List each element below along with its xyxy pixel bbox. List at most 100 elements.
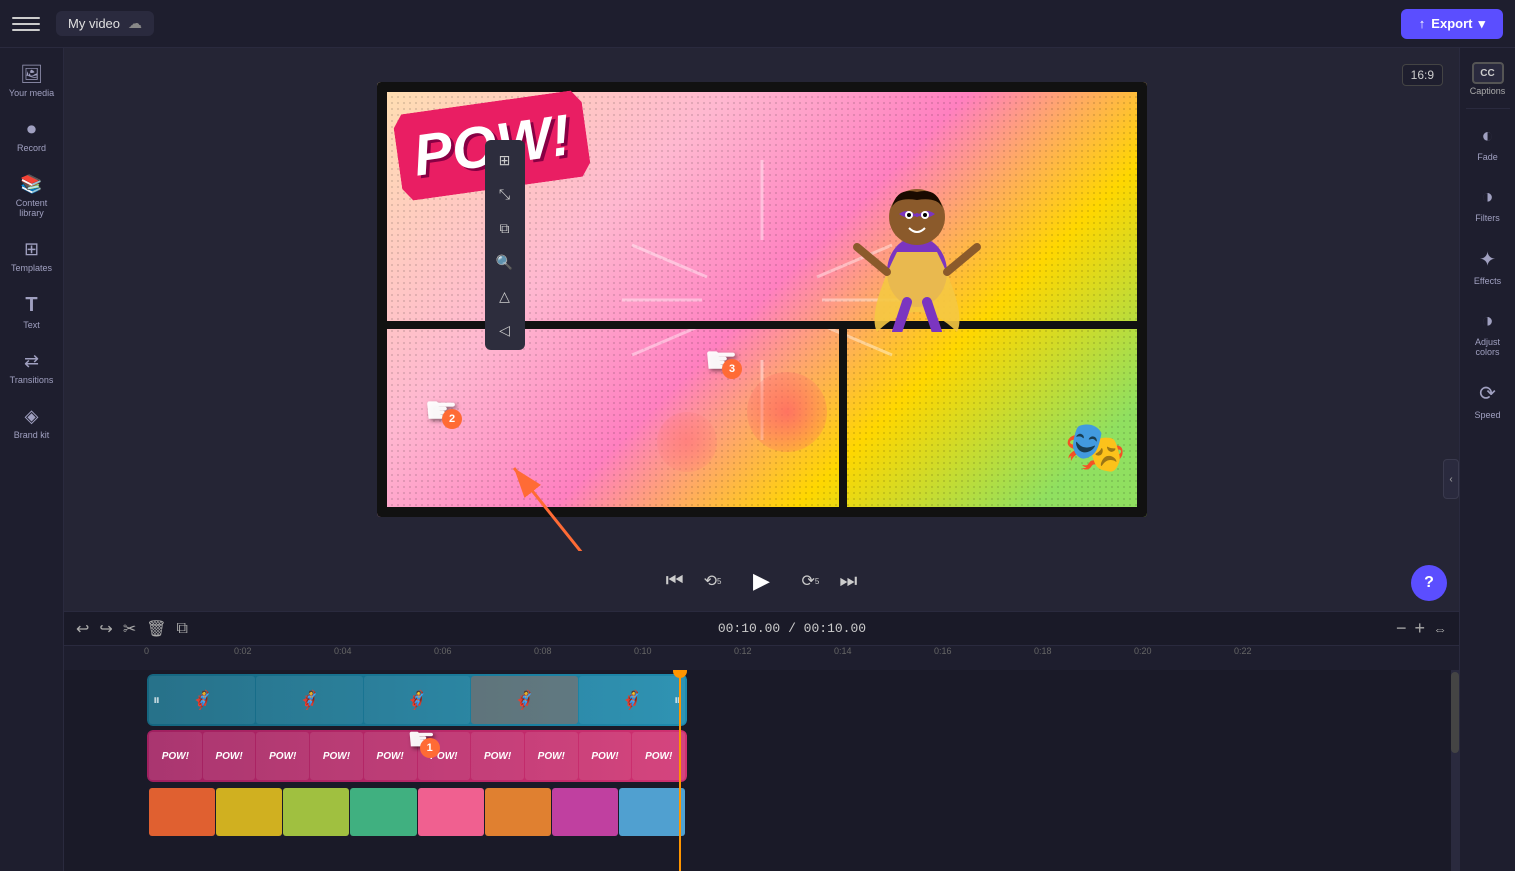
current-time: 00:10.00 (718, 621, 780, 636)
right-sidebar-item-effects[interactable]: ✦ Effects (1460, 237, 1515, 296)
ruler-mark-6: 0:06 (434, 646, 452, 656)
transitions-icon: ⇄ (24, 351, 39, 372)
play-pause-button[interactable]: ▶ (742, 561, 782, 601)
cut-button[interactable]: ✂ (123, 619, 136, 639)
menu-button[interactable] (12, 10, 40, 38)
duplicate-button[interactable]: ⧉ (177, 620, 188, 638)
ruler-mark-4: 0:04 (334, 646, 352, 656)
sidebar-item-label-templates: Templates (11, 263, 52, 274)
your-media-icon: 🖼 (20, 64, 43, 85)
track-2-content[interactable]: POW! POW! POW! POW! (147, 730, 687, 782)
ruler-mark-14: 0:14 (834, 646, 852, 656)
video-preview[interactable]: POW! (377, 82, 1147, 517)
timeline-tracks: ⏸ 🦸 🦸 🦸 (64, 670, 1459, 871)
track-1-content[interactable]: ⏸ 🦸 🦸 🦸 (147, 674, 687, 726)
record-icon: ⏺ (27, 119, 36, 140)
topbar: My video ☁ ↑ Export ▾ (0, 0, 1515, 48)
main-layout: 🖼 Your media ⏺ Record 📚 Content library … (0, 48, 1515, 871)
sidebar-item-label-record: Record (17, 143, 46, 154)
sidebar-item-templates[interactable]: ⊞ Templates (0, 231, 63, 282)
help-button[interactable]: ? (1411, 565, 1447, 601)
export-label: Export (1431, 16, 1472, 31)
timeline-area: ↩ ↪ ✂ 🗑 ⧉ 00:10.00 / 00:10.00 − + ⇔ (64, 611, 1459, 871)
right-sidebar-label-filters: Filters (1475, 213, 1500, 223)
adjust-colors-icon: ◑ (1481, 310, 1493, 333)
sidebar-item-record[interactable]: ⏺ Record (0, 111, 63, 162)
divider-1 (1466, 108, 1510, 109)
text-icon: T (25, 294, 37, 317)
track-left-3 (72, 786, 147, 838)
undo-button[interactable]: ↩ (76, 619, 89, 639)
timeline-scrollbar-thumb[interactable] (1451, 672, 1459, 752)
sidebar-item-text[interactable]: T Text (0, 286, 63, 339)
toolbar-btn-grid[interactable]: ⊞ (489, 144, 521, 176)
right-sidebar-collapse[interactable]: ‹ (1443, 459, 1459, 499)
right-sidebar-label-adjust-colors: Adjust colors (1464, 337, 1511, 357)
playhead[interactable] (679, 670, 681, 871)
fade-icon: ◐ (1481, 125, 1493, 148)
skip-forward-button[interactable]: ⏭ (839, 570, 857, 593)
sidebar-item-brand-kit[interactable]: ◈ Brand kit (0, 398, 63, 449)
aspect-ratio-label: 16:9 (1411, 68, 1434, 82)
toolbar-btn-arrow-left[interactable]: ◁ (489, 314, 521, 346)
sidebar-item-label-transitions: Transitions (10, 375, 54, 386)
zoom-out-button[interactable]: − (1396, 618, 1407, 639)
track-row-1: ⏸ 🦸 🦸 🦸 (72, 674, 1451, 726)
captions-icon: CC (1472, 62, 1504, 84)
brand-kit-icon: ◈ (25, 406, 39, 427)
glow-circle-2 (657, 412, 717, 472)
playback-controls: ⏮ ⟲5 ▶ ⟳5 ⏭ ⛶ (64, 551, 1459, 611)
zoom-in-button[interactable]: + (1414, 618, 1425, 639)
toolbar-btn-search[interactable]: 🔍 (489, 246, 521, 278)
toolbar-btn-triangle[interactable]: △ (489, 280, 521, 312)
aspect-ratio-badge[interactable]: 16:9 (1402, 64, 1443, 86)
project-title[interactable]: My video ☁ (56, 11, 154, 36)
toolbar-btn-resize[interactable]: ⤡ (489, 178, 521, 210)
export-arrow-icon: ↑ (1419, 16, 1426, 31)
total-time: 00:10.00 (804, 621, 866, 636)
sidebar-item-your-media[interactable]: 🖼 Your media (0, 56, 63, 107)
redo-button[interactable]: ↪ (99, 619, 112, 639)
sidebar-item-content-library[interactable]: 📚 Content library (0, 166, 63, 228)
export-button[interactable]: ↑ Export ▾ (1401, 9, 1503, 39)
track-left-2 (72, 730, 147, 782)
sidebar-item-label-text: Text (23, 320, 40, 331)
right-sidebar-label-fade: Fade (1477, 152, 1498, 162)
effects-icon: ✦ (1479, 247, 1496, 272)
track-1-pause-left: ⏸ (153, 692, 160, 709)
content-library-icon: 📚 (20, 174, 42, 195)
captions-label: Captions (1470, 86, 1506, 96)
superhero-character (847, 132, 987, 332)
ruler-mark-18: 0:18 (1034, 646, 1052, 656)
right-sidebar-item-filters[interactable]: ◑ Filters (1460, 176, 1515, 233)
templates-icon: ⊞ (24, 239, 39, 260)
ruler-mark-8: 0:08 (534, 646, 552, 656)
captions-button[interactable]: CC Captions (1466, 56, 1510, 102)
ruler-mark-0: 0 (144, 646, 149, 656)
timeline-time-display: 00:10.00 / 00:10.00 (198, 621, 1386, 636)
right-sidebar-item-speed[interactable]: ⟳ Speed (1460, 371, 1515, 430)
floating-toolbar: ⊞ ⤡ ⧉ 🔍 △ ◁ (485, 140, 525, 350)
timeline-scrollbar[interactable] (1451, 670, 1459, 871)
rewind-5-button[interactable]: ⟲5 (704, 571, 722, 591)
forward-5-button[interactable]: ⟳5 (802, 571, 820, 591)
sidebar-item-label-your-media: Your media (9, 88, 54, 99)
filters-icon: ◑ (1481, 186, 1493, 209)
skip-back-button[interactable]: ⏮ (666, 570, 684, 593)
ruler-mark-2: 0:02 (234, 646, 252, 656)
right-sidebar-item-adjust-colors[interactable]: ◑ Adjust colors (1460, 300, 1515, 367)
track-row-2: POW! POW! POW! POW! (72, 730, 1451, 782)
track-3-content[interactable] (147, 786, 687, 838)
right-sidebar-label-effects: Effects (1474, 276, 1501, 286)
right-sidebar: CC Captions ◐ Fade ◑ Filters ✦ Effects ◑… (1459, 48, 1515, 871)
delete-button[interactable]: 🗑 (146, 619, 166, 639)
fit-timeline-button[interactable]: ⇔ (1433, 621, 1447, 637)
mask-decoration: 🎭 (1064, 418, 1126, 477)
sidebar-item-transitions[interactable]: ⇄ Transitions (0, 343, 63, 394)
right-sidebar-item-fade[interactable]: ◐ Fade (1460, 115, 1515, 172)
toolbar-btn-duplicate[interactable]: ⧉ (489, 212, 521, 244)
left-sidebar: 🖼 Your media ⏺ Record 📚 Content library … (0, 48, 64, 871)
track-row-3 (72, 786, 1451, 838)
save-icon: ☁ (128, 15, 142, 32)
track-left-1 (72, 674, 147, 726)
